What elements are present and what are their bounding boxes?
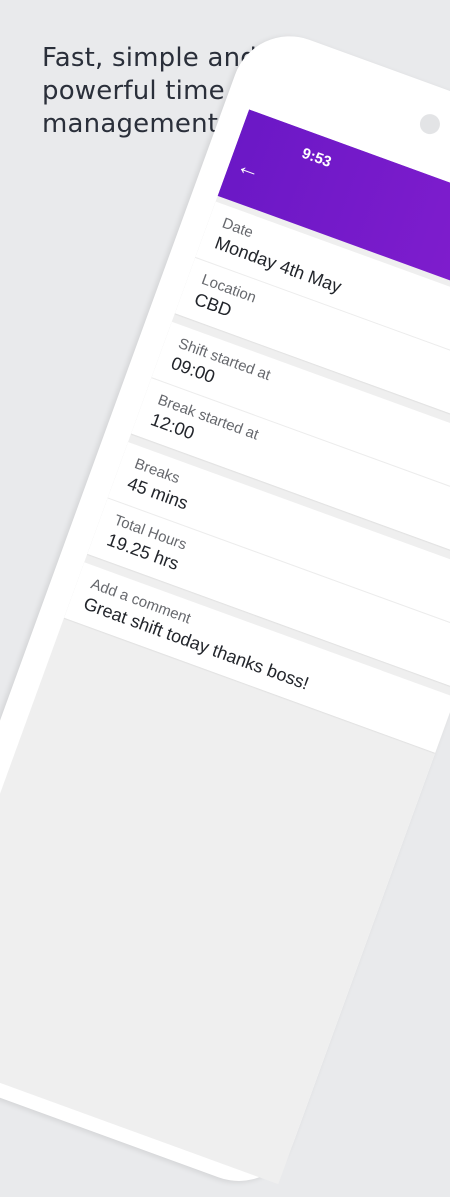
phone-mockup: 9:53 ← Date Monday 4th May Location CBD …	[0, 20, 450, 1197]
app-screen: 9:53 ← Date Monday 4th May Location CBD …	[0, 109, 450, 1185]
back-arrow-icon[interactable]: ←	[233, 152, 265, 186]
camera-icon	[417, 111, 443, 137]
